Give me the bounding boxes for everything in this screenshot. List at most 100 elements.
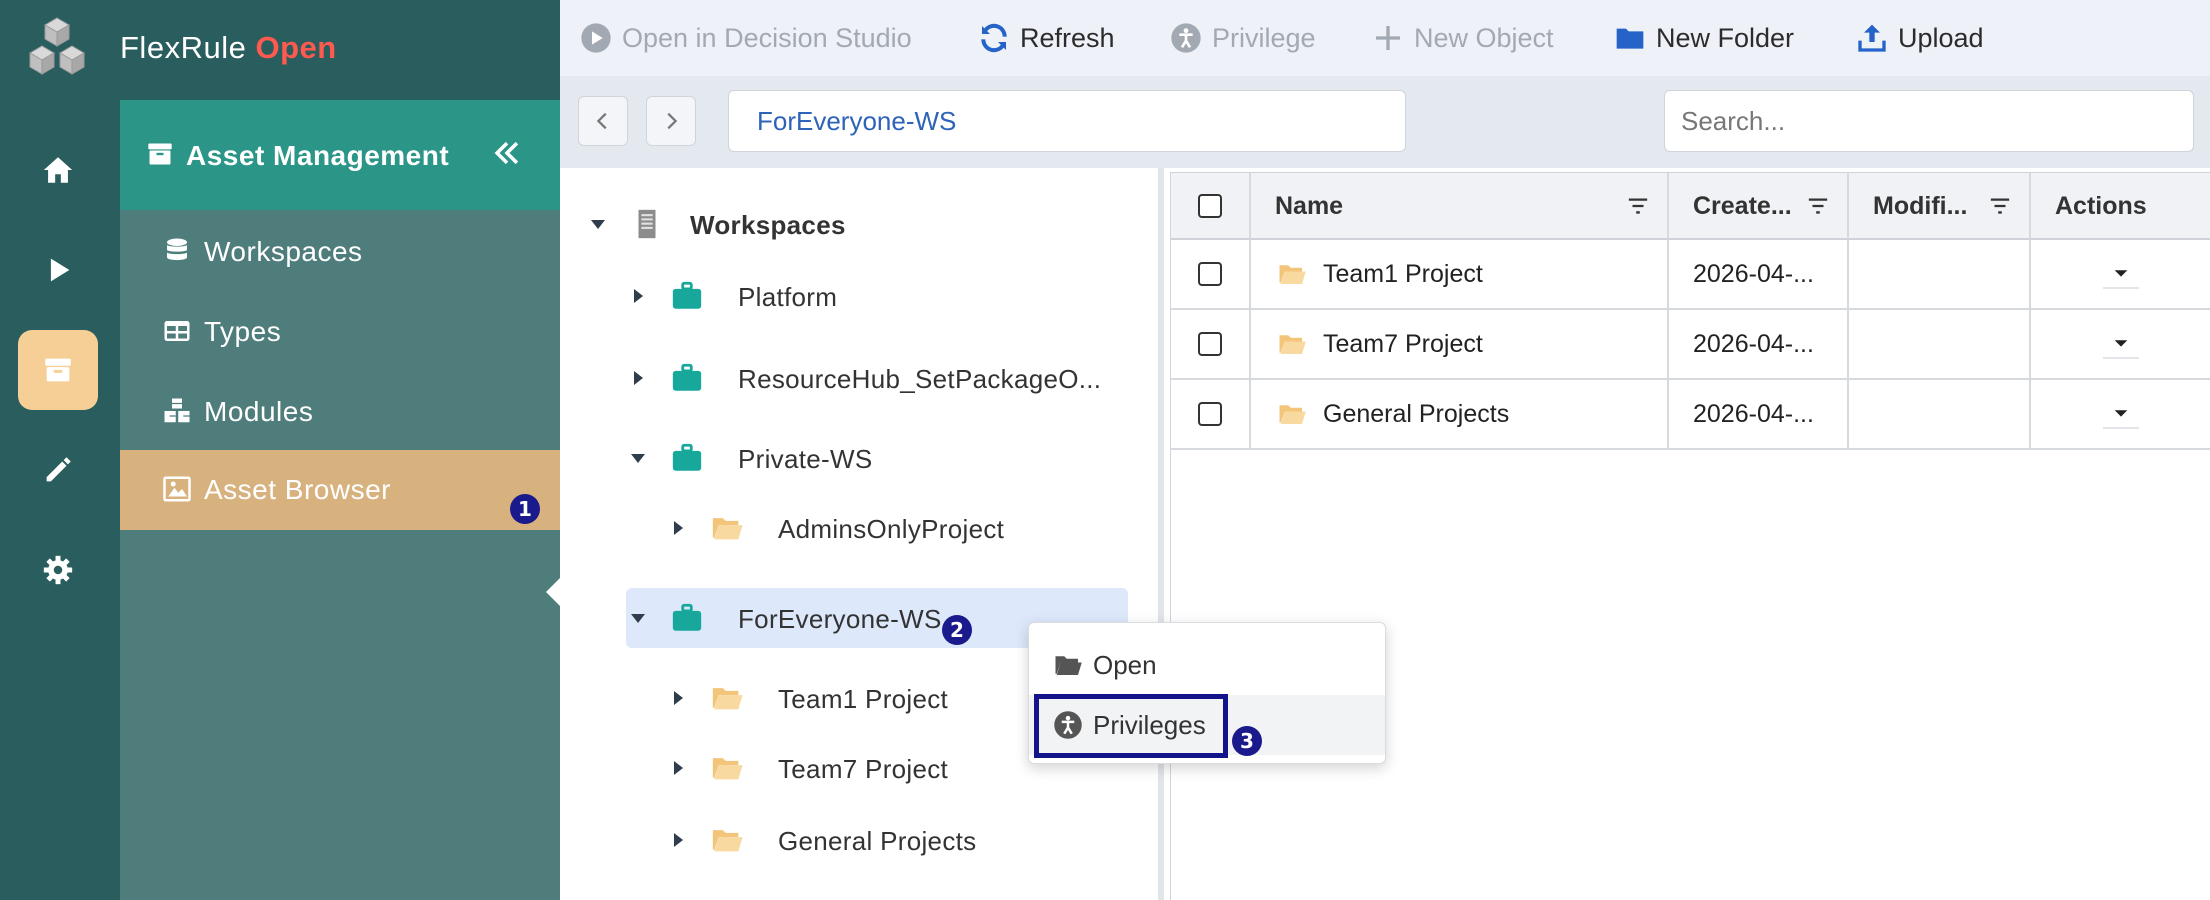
- refresh-button[interactable]: Refresh: [978, 18, 1115, 58]
- annotation-badge-1: 1: [510, 494, 540, 524]
- briefcase-icon: [672, 363, 702, 391]
- pencil-icon[interactable]: [18, 430, 98, 510]
- new-folder-button[interactable]: New Folder: [1614, 18, 1794, 58]
- new-folder-label: New Folder: [1656, 22, 1795, 53]
- brand-name: FlexRule Open: [120, 30, 337, 66]
- brand-name-main: FlexRule: [120, 30, 247, 65]
- search-input[interactable]: [1664, 90, 2194, 152]
- privilege-button[interactable]: Privilege: [1170, 18, 1316, 58]
- column-header-label: Modifi...: [1873, 191, 1968, 220]
- forward-button[interactable]: [646, 96, 696, 146]
- created-cell: 2026-04-...: [1669, 310, 1849, 378]
- open-in-decision-studio-label: Open in Decision Studio: [622, 22, 912, 53]
- archive-icon: [148, 143, 172, 165]
- modified-cell: [1849, 380, 2031, 448]
- folder-open-icon: [712, 830, 743, 852]
- caret-right-icon[interactable]: [668, 758, 688, 778]
- modified-cell: [1849, 240, 2031, 308]
- toolbar: Open in Decision Studio Refresh Privileg…: [560, 0, 2210, 76]
- context-menu-open[interactable]: Open: [1029, 635, 1385, 695]
- brand-name-accent: Open: [255, 30, 337, 65]
- filter-icon[interactable]: [1989, 195, 2011, 217]
- back-button[interactable]: [578, 96, 628, 146]
- row-actions-dropdown[interactable]: [2103, 399, 2139, 429]
- gear-icon[interactable]: [18, 530, 98, 610]
- asset-management-panel: Asset Management Workspaces Types Module…: [120, 100, 560, 900]
- play-icon[interactable]: [18, 230, 98, 310]
- folder-icon: [1616, 28, 1644, 49]
- tree-node-adminsonlyproject[interactable]: AdminsOnlyProject: [560, 502, 1120, 554]
- folder-open-icon: [712, 688, 743, 710]
- column-header-label: Name: [1275, 191, 1344, 220]
- caret-right-icon[interactable]: [668, 518, 688, 538]
- caret-down-icon: [2114, 340, 2128, 347]
- row-actions-dropdown[interactable]: [2103, 259, 2139, 289]
- name-cell: Team1 Project: [1251, 240, 1669, 308]
- row-select-cell: [1171, 240, 1251, 308]
- column-header-modified[interactable]: Modifi...: [1849, 173, 2031, 239]
- column-header-label: Actions: [2055, 191, 2147, 220]
- asset-management-header: Asset Management: [120, 100, 560, 210]
- folder-open-icon: [1279, 265, 1306, 284]
- caret-right-icon[interactable]: [668, 688, 688, 708]
- nav-item-label: Types: [204, 316, 282, 347]
- caret-down-icon[interactable]: [628, 448, 648, 468]
- filter-icon[interactable]: [1807, 195, 1829, 217]
- tree-node-label: Team1 Project: [778, 684, 949, 714]
- table-row[interactable]: Team1 Project 2026-04-...: [1171, 240, 2210, 310]
- row-actions-dropdown[interactable]: [2103, 329, 2139, 359]
- archive-icon[interactable]: [18, 330, 98, 410]
- row-name: General Projects: [1323, 399, 1510, 428]
- filter-icon[interactable]: [1627, 195, 1649, 217]
- column-header-created[interactable]: Create...: [1669, 173, 1849, 239]
- column-header-name[interactable]: Name: [1251, 173, 1669, 239]
- tree-root-label: Workspaces: [690, 210, 846, 240]
- nav-item-asset-browser[interactable]: Asset Browser: [120, 450, 560, 530]
- open-in-decision-studio-button[interactable]: Open in Decision Studio: [580, 18, 912, 58]
- database-icon: [167, 238, 187, 261]
- upload-icon: [1858, 24, 1886, 52]
- select-all-checkbox[interactable]: [1198, 194, 1222, 218]
- workspace-tree: Workspaces Platform ResourceHub_SetPacka…: [560, 168, 1164, 900]
- caret-down-icon: [2114, 270, 2128, 277]
- tree-node-resourcehub[interactable]: ResourceHub_SetPackageO...: [560, 352, 1150, 404]
- cubes-icon: [164, 398, 190, 423]
- tree-node-label: ResourceHub_SetPackageO...: [738, 364, 1102, 394]
- new-object-label: New Object: [1414, 22, 1554, 53]
- row-checkbox[interactable]: [1198, 262, 1222, 286]
- row-select-cell: [1171, 380, 1251, 448]
- row-checkbox[interactable]: [1198, 332, 1222, 356]
- asset-grid: Name Create... Modifi... Actions Team1 P…: [1170, 172, 2210, 900]
- created-cell: 2026-04-...: [1669, 240, 1849, 308]
- name-cell: General Projects: [1251, 380, 1669, 448]
- row-name: Team7 Project: [1323, 329, 1483, 358]
- table-row[interactable]: General Projects 2026-04-...: [1171, 380, 2210, 450]
- image-icon: [163, 476, 191, 502]
- path-field[interactable]: ForEveryone-WS: [728, 90, 1406, 152]
- table-row[interactable]: Team7 Project 2026-04-...: [1171, 310, 2210, 380]
- nav-item-modules[interactable]: Modules: [120, 372, 560, 452]
- home-icon[interactable]: [18, 130, 98, 210]
- caret-down-icon[interactable]: [588, 214, 608, 234]
- server-icon: [638, 209, 656, 239]
- row-name: Team1 Project: [1323, 259, 1483, 288]
- nav-item-workspaces[interactable]: Workspaces: [120, 212, 560, 292]
- chevron-left-icon: [596, 112, 607, 130]
- upload-button[interactable]: Upload: [1856, 18, 1984, 58]
- actions-cell: [2031, 310, 2210, 378]
- row-checkbox[interactable]: [1198, 402, 1222, 426]
- caret-right-icon[interactable]: [628, 286, 648, 306]
- tree-node-general-projects[interactable]: General Projects: [560, 814, 1120, 866]
- tree-node-private-ws[interactable]: Private-WS: [560, 432, 1120, 484]
- new-object-button[interactable]: New Object: [1372, 18, 1554, 58]
- folder-open-icon: [1279, 335, 1306, 354]
- caret-right-icon[interactable]: [628, 368, 648, 388]
- select-all-cell: [1171, 173, 1251, 239]
- tree-node-platform[interactable]: Platform: [560, 270, 1120, 322]
- nav-item-types[interactable]: Types: [120, 292, 560, 372]
- collapse-panel-icon[interactable]: [490, 136, 524, 170]
- caret-down-icon[interactable]: [628, 608, 648, 628]
- caret-right-icon[interactable]: [668, 830, 688, 850]
- actions-cell: [2031, 380, 2210, 448]
- tree-root-workspaces[interactable]: Workspaces: [560, 198, 1120, 250]
